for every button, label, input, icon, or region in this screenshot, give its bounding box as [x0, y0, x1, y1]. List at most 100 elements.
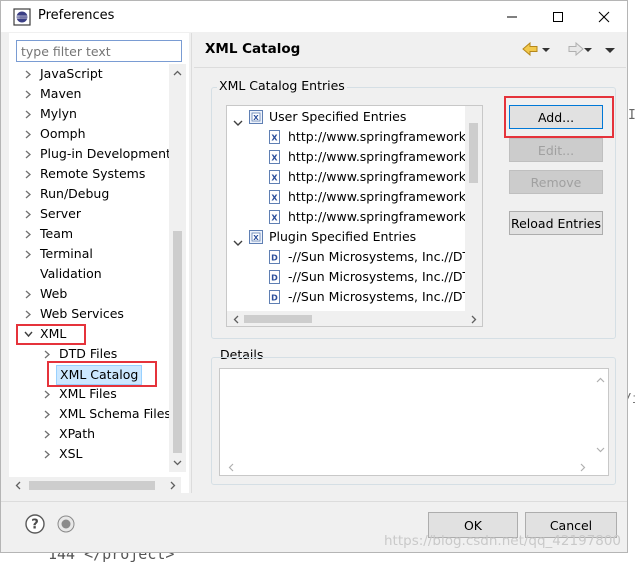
scroll-right-arrow-icon[interactable]: [465, 311, 482, 326]
scroll-left-arrow-icon[interactable]: [9, 477, 26, 494]
edit-button[interactable]: Edit...: [509, 138, 603, 162]
tree-item-dtd-files[interactable]: DTD Files: [9, 344, 169, 364]
tree-item-label: XML Catalog: [56, 365, 143, 385]
forward-dropdown-icon[interactable]: [584, 43, 592, 58]
back-arrow-icon[interactable]: [521, 41, 543, 60]
collapsed-chevron-icon[interactable]: [23, 164, 33, 184]
minimize-button[interactable]: [489, 1, 535, 32]
catalog-entry[interactable]: Xhttp://www.springframework.org/: [227, 127, 482, 147]
tree-item-label: XSL: [59, 446, 83, 461]
reload-entries-button[interactable]: Reload Entries: [509, 211, 603, 235]
tree-item-label: DTD Files: [59, 346, 118, 361]
collapsed-chevron-icon[interactable]: [23, 84, 33, 104]
tree-node-user-specified-entries[interactable]: X User Specified Entries: [227, 107, 465, 127]
tree-item-team[interactable]: Team: [9, 224, 169, 244]
tree-item-mylyn[interactable]: Mylyn: [9, 104, 169, 124]
collapsed-chevron-icon[interactable]: [23, 64, 33, 84]
catalog-entries-tree[interactable]: X User Specified Entries Xhttp://www.sprin…: [226, 105, 483, 327]
collapsed-chevron-icon[interactable]: [23, 104, 33, 124]
collapsed-chevron-icon[interactable]: [42, 404, 52, 424]
details-horizontal-scrollbar[interactable]: [220, 459, 592, 475]
tree-node-plugin-specified-entries[interactable]: X Plugin Specified Entries: [227, 227, 465, 247]
forward-arrow-icon[interactable]: [563, 41, 585, 60]
catalog-entry[interactable]: D -//Sun Microsystems, Inc.//DTD E: [227, 287, 482, 307]
back-dropdown-icon[interactable]: [542, 43, 550, 58]
collapsed-chevron-icon[interactable]: [23, 304, 33, 324]
tree-item-maven[interactable]: Maven: [9, 84, 169, 104]
scroll-thumb[interactable]: [29, 481, 155, 490]
details-text-area[interactable]: [219, 368, 609, 476]
maximize-button[interactable]: [535, 1, 581, 32]
collapsed-chevron-icon[interactable]: [23, 144, 33, 164]
svg-text:X: X: [271, 154, 278, 163]
tree-item-label: Maven: [40, 86, 82, 101]
entries-vertical-scrollbar[interactable]: [465, 106, 482, 311]
window-title: Preferences: [38, 8, 115, 23]
tree-item-run-debug[interactable]: Run/Debug: [9, 184, 169, 204]
svg-text:X: X: [253, 114, 259, 122]
collapsed-chevron-icon[interactable]: [42, 424, 52, 444]
pane-divider[interactable]: [191, 33, 192, 493]
scroll-thumb[interactable]: [173, 231, 182, 453]
catalog-entry[interactable]: Xhttp://www.springframework.org/: [227, 207, 482, 227]
tree-item-oomph[interactable]: Oomph: [9, 124, 169, 144]
tree-item-xsl[interactable]: XSL: [9, 444, 169, 464]
tree-item-xpath[interactable]: XPath: [9, 424, 169, 444]
tree-item-label: JavaScript: [40, 66, 103, 81]
scroll-thumb[interactable]: [244, 315, 312, 323]
scroll-down-arrow-icon[interactable]: [169, 454, 186, 471]
scroll-up-arrow-icon[interactable]: [592, 371, 609, 388]
tree-vertical-scrollbar[interactable]: [169, 64, 186, 472]
view-menu-icon[interactable]: [605, 43, 615, 58]
catalog-entry[interactable]: D -//Sun Microsystems, Inc.//DTD E: [227, 267, 482, 287]
tree-item-xml-files[interactable]: XML Files: [9, 384, 169, 404]
collapsed-chevron-icon[interactable]: [42, 344, 52, 364]
tree-item-web[interactable]: Web: [9, 284, 169, 304]
collapsed-chevron-icon[interactable]: [42, 444, 52, 464]
scroll-right-arrow-icon[interactable]: [164, 477, 181, 494]
filter-input[interactable]: [16, 40, 182, 62]
catalog-entry[interactable]: Xhttp://www.springframework.org/: [227, 187, 482, 207]
tree-item-javascript[interactable]: JavaScript: [9, 64, 169, 84]
scroll-down-arrow-icon[interactable]: [592, 441, 609, 458]
tree-item-web-services[interactable]: Web Services: [9, 304, 169, 324]
tree-item-xml-catalog[interactable]: XML Catalog: [9, 364, 169, 385]
catalog-entry[interactable]: D -//Sun Microsystems, Inc.//DTD C: [227, 247, 482, 267]
scroll-left-arrow-icon[interactable]: [222, 459, 239, 475]
close-button[interactable]: [581, 1, 627, 32]
collapsed-chevron-icon[interactable]: [23, 184, 33, 204]
collapsed-chevron-icon[interactable]: [23, 284, 33, 304]
svg-text:X: X: [271, 134, 278, 143]
maximize-icon: [553, 11, 563, 22]
tree-item-plug-in-development[interactable]: Plug-in Development: [9, 144, 169, 164]
tree-item-validation[interactable]: Validation: [9, 264, 169, 284]
collapsed-chevron-icon[interactable]: [23, 204, 33, 224]
catalog-entry[interactable]: Xhttp://www.springframework.org/: [227, 147, 482, 167]
details-vertical-scrollbar[interactable]: [592, 369, 608, 459]
collapsed-chevron-icon[interactable]: [23, 124, 33, 144]
remove-button[interactable]: Remove: [509, 170, 603, 194]
catalog-entry[interactable]: Xhttp://www.springframework.org/: [227, 167, 482, 187]
add-button[interactable]: Add...: [509, 105, 603, 129]
tree-item-terminal[interactable]: Terminal: [9, 244, 169, 264]
collapsed-chevron-icon[interactable]: [23, 224, 33, 244]
entries-horizontal-scrollbar[interactable]: [227, 311, 482, 326]
scroll-left-arrow-icon[interactable]: [227, 311, 244, 326]
tree-item-remote-systems[interactable]: Remote Systems: [9, 164, 169, 184]
scroll-thumb[interactable]: [469, 123, 478, 183]
catalog-entries-label: XML Catalog Entries: [217, 78, 347, 93]
record-icon[interactable]: [57, 515, 75, 533]
scroll-right-arrow-icon[interactable]: [574, 459, 591, 475]
preferences-dialog: Preferences JavaScript Maven Mylyn Oomph Plu…: [0, 0, 628, 553]
expanded-chevron-icon[interactable]: [23, 324, 33, 344]
title-bar[interactable]: Preferences: [1, 1, 627, 32]
collapsed-chevron-icon[interactable]: [23, 244, 33, 264]
help-icon[interactable]: ?: [25, 514, 45, 534]
svg-text:X: X: [271, 174, 278, 183]
tree-item-xml-schema-files[interactable]: XML Schema Files: [9, 404, 169, 424]
tree-item-xml[interactable]: XML: [9, 324, 169, 344]
tree-horizontal-scrollbar[interactable]: [9, 477, 181, 494]
scroll-up-arrow-icon[interactable]: [169, 64, 186, 81]
tree-item-server[interactable]: Server: [9, 204, 169, 224]
collapsed-chevron-icon[interactable]: [42, 384, 52, 404]
